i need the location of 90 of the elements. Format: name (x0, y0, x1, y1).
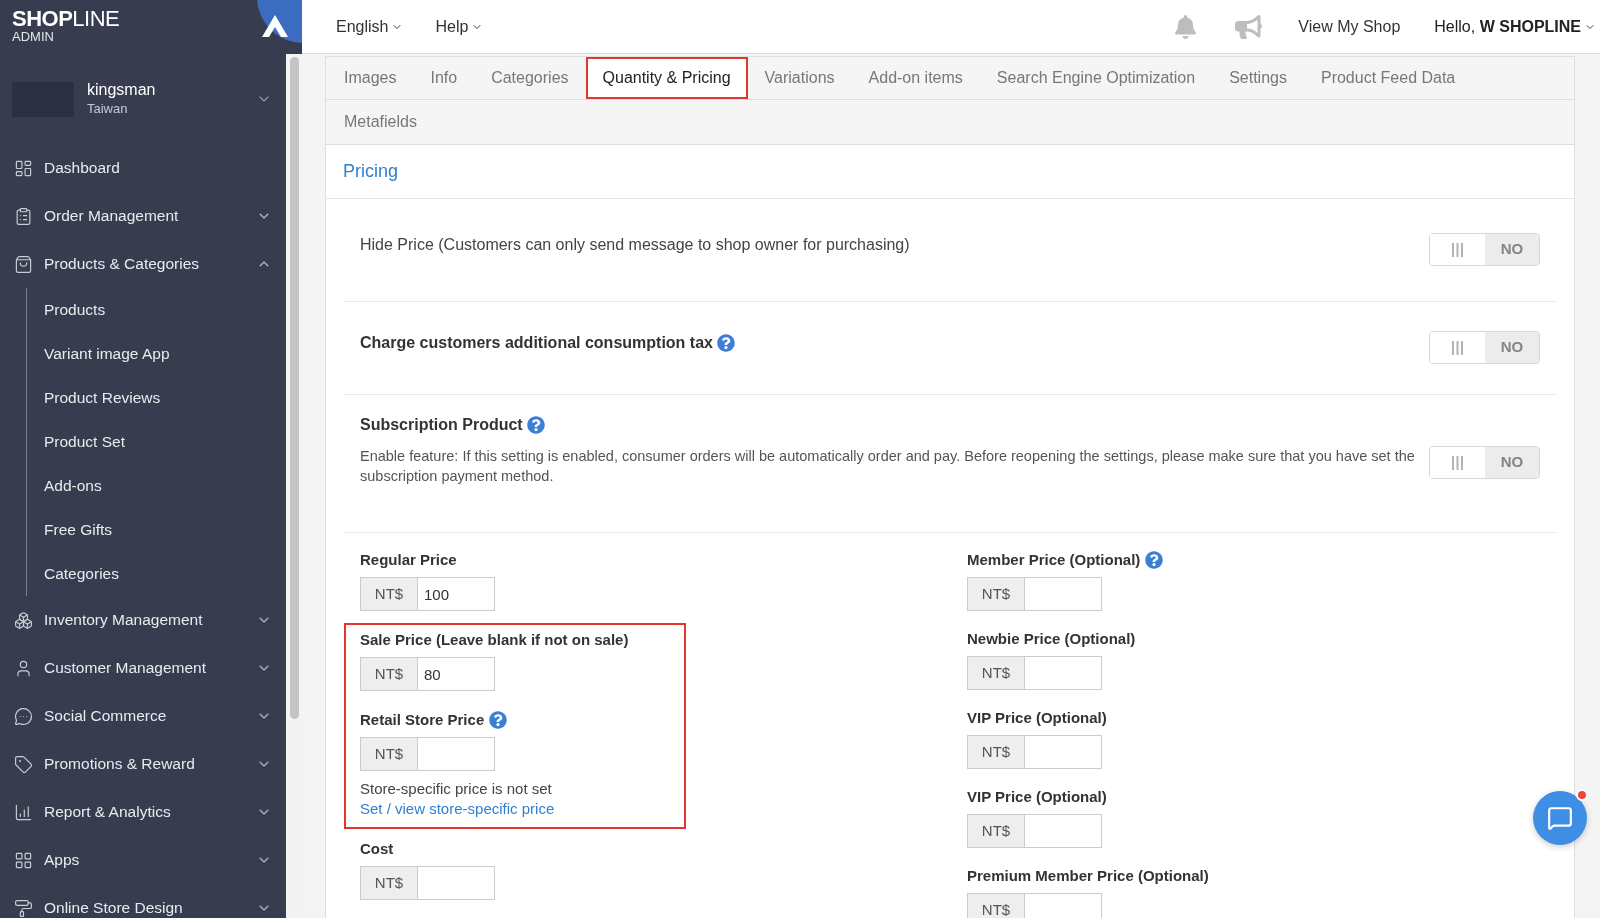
tab[interactable]: Quantity & Pricing (585, 57, 748, 99)
sidebar-subitem[interactable]: Add-ons (27, 464, 286, 508)
grip-icon (1452, 455, 1463, 470)
field-label: Cost (360, 839, 394, 859)
field-label: Sale Price (Leave blank if not on sale) (360, 630, 629, 650)
setting-label: Hide Price (Customers can only send message to shop owner for purchasing) (360, 235, 910, 255)
chat-icon (1547, 805, 1573, 831)
view-shop-link[interactable]: View My Shop (1298, 14, 1401, 39)
megaphone-icon[interactable] (1235, 14, 1263, 39)
setting-description: Enable feature: If this setting is enabled, consumer orders will be automatically order and pay. Before reopening the settings, please make sure that you have set the subscription payment method. (360, 447, 1416, 486)
price-input[interactable] (418, 866, 495, 900)
sidebar-subitem[interactable]: Variant image App (27, 332, 286, 376)
paint-roller-icon (14, 898, 33, 918)
setting-label: Charge customers additional consumption tax (360, 333, 713, 353)
sidebar-item[interactable]: Products & Categories (0, 240, 286, 288)
sidebar-subitem[interactable]: Product Reviews (27, 376, 286, 420)
tab[interactable]: Info (413, 57, 475, 99)
tab[interactable]: Add-on items (851, 57, 980, 99)
bell-icon[interactable] (1174, 14, 1198, 39)
price-input[interactable]: 100 (418, 577, 495, 611)
currency-prefix: NT$ (360, 577, 418, 611)
bar-chart-icon (14, 802, 33, 822)
field-label: VIP Price (Optional) (967, 787, 1107, 807)
account-menu[interactable]: Hello, W SHOPLINE (1434, 14, 1596, 39)
currency-prefix: NT$ (967, 577, 1025, 611)
price-input[interactable] (1025, 814, 1102, 848)
help-icon[interactable] (526, 416, 545, 434)
currency-prefix: NT$ (967, 814, 1025, 848)
sidebar-item[interactable]: Report & Analytics (0, 788, 286, 836)
price-input[interactable]: 80 (418, 657, 495, 691)
shopping-bag-icon (14, 254, 33, 274)
dashboard-icon (14, 158, 33, 178)
tab[interactable]: Images (327, 57, 414, 99)
sidebar-item[interactable]: Customer Management (0, 644, 286, 692)
field-label: Premium Member Price (Optional) (967, 866, 1209, 886)
currency-prefix: NT$ (967, 893, 1025, 918)
sidebar-item[interactable]: Order Management (0, 192, 286, 240)
grip-icon (1452, 242, 1463, 257)
help-icon[interactable] (1145, 551, 1164, 569)
help-icon[interactable] (716, 334, 735, 352)
sidebar-item[interactable]: Social Commerce (0, 692, 286, 740)
sidebar-item[interactable]: Promotions & Reward (0, 740, 286, 788)
field-label: Retail Store Price (360, 710, 485, 730)
user-icon (14, 658, 33, 678)
tab[interactable]: Categories (474, 57, 586, 99)
sidebar-item[interactable]: Apps (0, 836, 286, 884)
currency-prefix: NT$ (967, 656, 1025, 690)
grid-icon (14, 850, 33, 870)
menu-dropdown[interactable]: English (336, 14, 404, 39)
tab[interactable]: Variations (747, 57, 852, 99)
sidebar-item[interactable]: Inventory Management (0, 596, 286, 644)
currency-prefix: NT$ (360, 657, 418, 691)
price-input[interactable] (1025, 577, 1102, 611)
tab[interactable]: Settings (1212, 57, 1304, 99)
price-input[interactable] (1025, 656, 1102, 690)
help-icon[interactable] (489, 711, 508, 729)
tab[interactable]: Product Feed Data (1303, 57, 1473, 99)
scrollbar-thumb[interactable] (289, 57, 299, 719)
store-region: Taiwan (87, 100, 129, 118)
sidebar-item[interactable]: Dashboard (0, 144, 286, 192)
store-name: kingsman (87, 80, 157, 100)
sidebar-subitem[interactable]: Categories (27, 552, 286, 596)
currency-prefix: NT$ (967, 735, 1025, 769)
tab[interactable]: Metafields (327, 100, 434, 144)
tab[interactable]: Search Engine Optimization (979, 57, 1213, 99)
field-label: VIP Price (Optional) (967, 708, 1107, 728)
setting-label: Subscription Product (360, 415, 523, 435)
boxes-icon (14, 610, 33, 630)
price-input[interactable] (418, 737, 495, 771)
store-price-note: Store-specific price is not set (360, 779, 553, 799)
field-label: Newbie Price (Optional) (967, 629, 1136, 649)
sidebar-subitem[interactable]: Products (27, 288, 286, 332)
price-input[interactable] (1025, 735, 1102, 769)
store-price-link[interactable]: Set / view store-specific price (360, 799, 684, 819)
chat-bubble-icon (14, 706, 33, 726)
sidebar-subitem[interactable]: Product Set (27, 420, 286, 464)
section-title: Pricing (343, 160, 399, 183)
menu-dropdown[interactable]: Help (435, 14, 484, 39)
price-input[interactable] (1025, 893, 1102, 918)
tag-icon (14, 754, 33, 774)
currency-prefix: NT$ (360, 737, 418, 771)
sidebar-item[interactable]: Online Store Design (0, 884, 286, 918)
currency-prefix: NT$ (360, 866, 418, 900)
grip-icon (1452, 340, 1463, 355)
sidebar-subitem[interactable]: Free Gifts (27, 508, 286, 552)
brand-logo: SHOPLINE (12, 7, 120, 30)
field-label: Member Price (Optional) (967, 550, 1141, 570)
field-label: Regular Price (360, 550, 457, 570)
clipboard-icon (14, 206, 33, 226)
brand-subtitle: ADMIN (12, 30, 55, 44)
